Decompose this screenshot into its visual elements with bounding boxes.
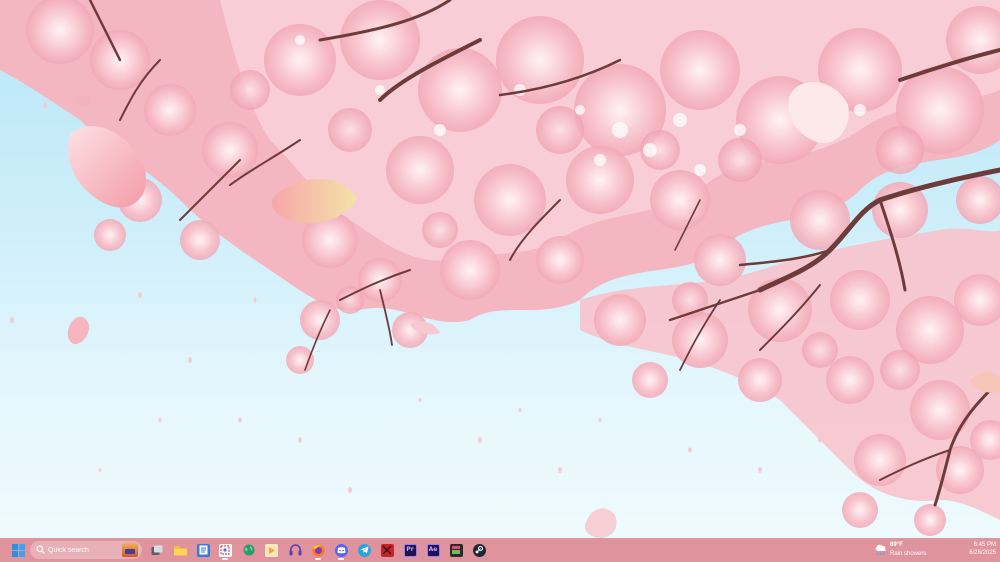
clock-time: 6:45 PM <box>973 542 996 548</box>
taskbar-app-red[interactable] <box>378 541 396 559</box>
system-clock[interactable]: 6:45 PM 6/26/2025 <box>952 541 996 559</box>
weather-condition: Rain showers <box>890 551 927 557</box>
taskbar-app-file-explorer[interactable] <box>171 541 189 559</box>
firefox-icon <box>312 544 325 557</box>
task-view-icon <box>151 544 164 557</box>
active-indicator <box>315 558 321 560</box>
start-button[interactable] <box>9 541 27 559</box>
search-box[interactable] <box>30 541 142 559</box>
play-icon <box>264 543 278 557</box>
premiere-pro-icon: Pr <box>403 543 417 557</box>
globe-icon <box>243 544 256 557</box>
folder-icon <box>173 544 187 557</box>
desktop-wallpaper <box>0 0 1000 538</box>
taskbar-app-snipping-tool[interactable] <box>216 541 234 560</box>
cherry-blossom-artwork <box>0 0 1000 538</box>
taskbar-app-notepad[interactable] <box>194 541 212 559</box>
telegram-icon <box>357 543 371 557</box>
rain-cloud-icon <box>875 544 886 556</box>
search-icon <box>36 545 45 554</box>
discord-icon <box>334 543 348 557</box>
snipping-tool-icon <box>218 543 232 557</box>
taskbar-app-headphones[interactable] <box>286 541 304 559</box>
search-highlight-icon <box>122 543 138 557</box>
task-view-button[interactable] <box>148 541 166 559</box>
active-indicator <box>338 558 344 560</box>
media-app-icon <box>449 543 463 557</box>
active-indicator <box>222 558 228 560</box>
search-input[interactable] <box>48 543 120 557</box>
steam-icon <box>472 543 486 557</box>
taskbar-app-media[interactable] <box>447 541 465 559</box>
taskbar-app-firefox[interactable] <box>309 541 327 560</box>
taskbar-app-browser-globe[interactable] <box>240 541 258 559</box>
taskbar-app-after-effects[interactable]: Ae <box>424 541 442 559</box>
taskbar-app-discord[interactable] <box>332 541 350 560</box>
red-app-icon <box>380 543 394 557</box>
taskbar: Pr Ae 89°F Rain showers 6:45 PM 6/26/202… <box>0 538 1000 562</box>
taskbar-app-telegram[interactable] <box>355 541 373 559</box>
taskbar-app-media-player[interactable] <box>262 541 280 559</box>
notepad-icon <box>196 543 210 557</box>
weather-widget[interactable]: 89°F Rain showers <box>874 541 934 559</box>
headphones-icon <box>289 544 302 557</box>
taskbar-app-steam[interactable] <box>470 541 488 559</box>
clock-date: 6/26/2025 <box>969 550 996 556</box>
windows-logo-icon <box>11 543 25 557</box>
weather-temperature: 89°F <box>890 542 903 548</box>
after-effects-icon: Ae <box>426 543 440 557</box>
taskbar-app-premiere-pro[interactable]: Pr <box>401 541 419 559</box>
